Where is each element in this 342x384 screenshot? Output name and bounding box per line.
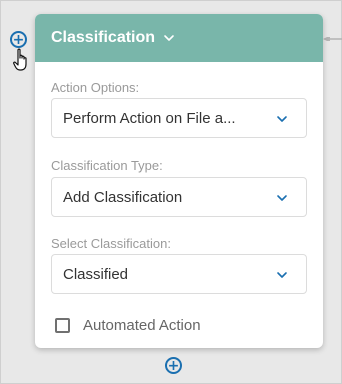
- connector-arrow-icon: [323, 37, 342, 41]
- action-options-label: Action Options:: [51, 80, 140, 95]
- automated-action-checkbox[interactable]: [55, 318, 70, 333]
- action-options-select[interactable]: Perform Action on File a...: [51, 98, 307, 138]
- panel-header[interactable]: Classification: [35, 14, 323, 62]
- automated-action-label: Automated Action: [83, 317, 201, 334]
- hand-pointer-icon: [13, 48, 27, 71]
- classification-type-select[interactable]: Add Classification: [51, 177, 307, 217]
- action-options-value: Perform Action on File a...: [63, 109, 236, 127]
- panel-title: Classification: [51, 29, 156, 46]
- select-classification-value: Classified: [63, 265, 129, 283]
- chevron-down-icon[interactable]: [163, 32, 175, 44]
- classification-type-label: Classification Type:: [51, 158, 163, 173]
- chevron-down-icon: [277, 272, 287, 278]
- select-classification-label: Select Classification:: [51, 236, 171, 251]
- select-classification-select[interactable]: Classified: [51, 254, 307, 294]
- chevron-down-icon: [277, 116, 287, 122]
- add-step-top-icon[interactable]: +: [10, 31, 27, 48]
- classification-panel: Classification Action Options: Perform A…: [35, 14, 323, 348]
- classification-type-value: Add Classification: [63, 188, 183, 206]
- add-step-bottom-icon[interactable]: +: [165, 357, 182, 374]
- automated-action-row[interactable]: Automated Action: [55, 317, 201, 334]
- chevron-down-icon: [277, 195, 287, 201]
